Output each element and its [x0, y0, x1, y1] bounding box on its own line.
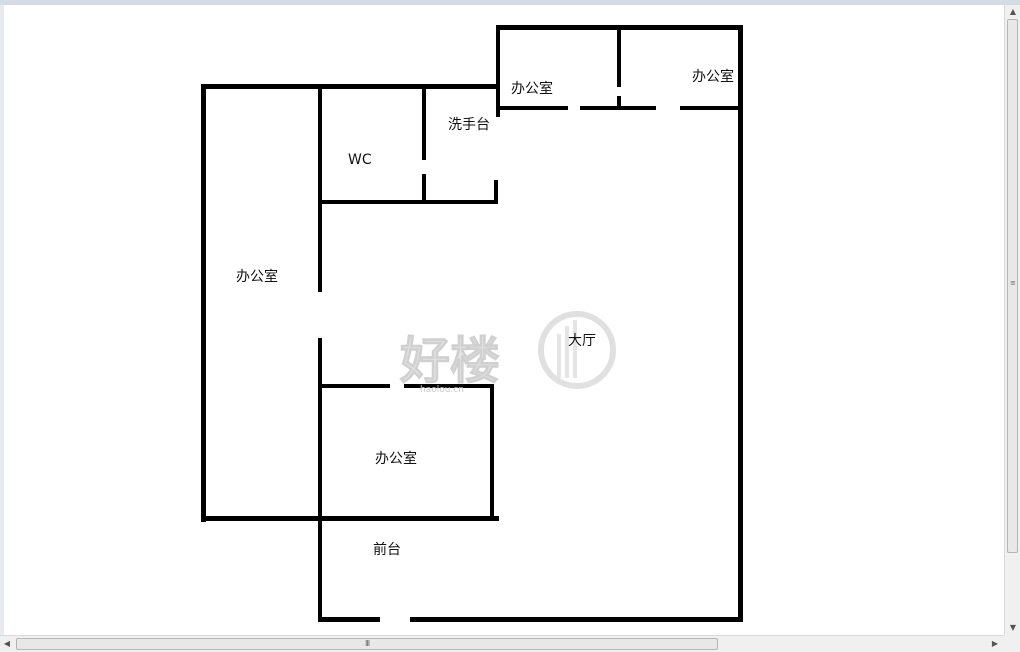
wall	[617, 25, 621, 87]
wall	[318, 200, 498, 204]
wall	[494, 180, 498, 204]
wall	[496, 25, 500, 117]
room-label-office-left: 办公室	[236, 268, 278, 285]
wall	[201, 516, 499, 521]
wall	[580, 106, 656, 110]
vertical-scrollbar[interactable]: ▲ ≡ ▼	[1004, 5, 1020, 635]
scroll-up-arrow-icon[interactable]: ▲	[1005, 5, 1020, 19]
wall	[680, 106, 742, 110]
wall	[490, 384, 494, 520]
wall	[422, 86, 426, 160]
wall	[318, 384, 390, 388]
vertical-grip-icon: ≡	[1010, 279, 1016, 287]
room-label-wc: WC	[348, 152, 372, 168]
room-label-office-top-right: 办公室	[692, 68, 734, 85]
room-label-office-middle: 办公室	[375, 450, 417, 467]
room-label-hall: 大厅	[568, 333, 596, 349]
watermark-text: 好楼	[399, 332, 500, 390]
watermark-subtext: haolou.cn	[420, 385, 464, 395]
horizontal-grip-icon: III	[365, 639, 370, 648]
vertical-scroll-thumb[interactable]: ≡	[1007, 19, 1018, 553]
wall	[422, 174, 426, 204]
wall	[496, 106, 568, 110]
wall	[318, 86, 322, 292]
horizontal-scrollbar[interactable]: ◀ III ▶	[0, 635, 1004, 652]
floor-plan: 好楼 haolou.cn 办公室 WC 洗手台 办公室 办公室 大厅 办公室 前…	[201, 25, 743, 622]
room-label-office-top-left: 办公室	[511, 80, 553, 97]
wall	[410, 617, 743, 622]
wall	[201, 84, 206, 522]
wall	[201, 84, 499, 89]
scrollbar-corner	[1004, 635, 1020, 652]
scroll-left-arrow-icon[interactable]: ◀	[0, 636, 14, 652]
horizontal-scroll-thumb[interactable]: III	[16, 638, 718, 650]
room-label-washbasin: 洗手台	[448, 117, 490, 133]
room-label-reception: 前台	[373, 541, 401, 558]
scroll-right-arrow-icon[interactable]: ▶	[988, 636, 1002, 652]
scroll-down-arrow-icon[interactable]: ▼	[1005, 621, 1020, 635]
wall	[318, 338, 322, 620]
watermark-logo	[538, 311, 616, 389]
wall	[738, 25, 743, 622]
wall	[318, 617, 380, 622]
